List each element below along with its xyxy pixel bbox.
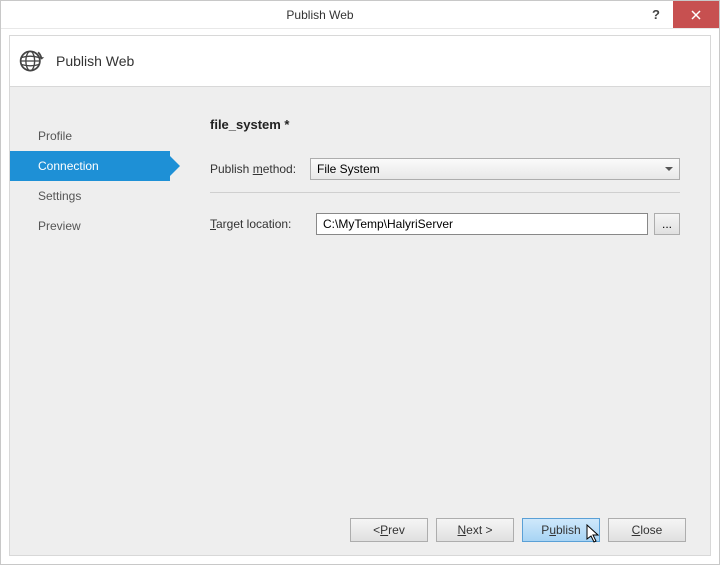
publish-method-value: File System [317, 162, 380, 176]
window-title: Publish Web [1, 1, 639, 28]
prev-button[interactable]: < Prev [350, 518, 428, 542]
target-location-input[interactable] [316, 213, 648, 235]
content-panel: file_system * Publish method: File Syste… [170, 87, 710, 505]
publish-method-label: Publish method: [210, 162, 310, 176]
profile-name-label: file_system * [210, 117, 680, 132]
close-button[interactable]: Close [608, 518, 686, 542]
sidebar: Profile Connection Settings Preview [10, 87, 170, 505]
sidebar-item-settings[interactable]: Settings [10, 181, 170, 211]
body-area: Profile Connection Settings Preview file… [9, 87, 711, 556]
help-button[interactable]: ? [639, 1, 673, 28]
target-location-label: Target location: [210, 217, 310, 231]
divider [210, 192, 680, 193]
publish-web-window: Publish Web ? Publish Web Profile Connec… [0, 0, 720, 565]
sidebar-item-connection[interactable]: Connection [10, 151, 170, 181]
header-band: Publish Web [9, 35, 711, 87]
globe-icon [18, 47, 46, 75]
sidebar-item-profile[interactable]: Profile [10, 121, 170, 151]
close-window-button[interactable] [673, 1, 719, 28]
next-button[interactable]: Next > [436, 518, 514, 542]
publish-method-select[interactable]: File System [310, 158, 680, 180]
browse-button[interactable]: ... [654, 213, 680, 235]
footer: < Prev Next > Publish Close [10, 505, 710, 555]
chevron-down-icon [665, 167, 673, 171]
sidebar-item-preview[interactable]: Preview [10, 211, 170, 241]
close-icon [691, 10, 701, 20]
titlebar: Publish Web ? [1, 1, 719, 29]
publish-button[interactable]: Publish [522, 518, 600, 542]
header-title: Publish Web [56, 53, 134, 69]
